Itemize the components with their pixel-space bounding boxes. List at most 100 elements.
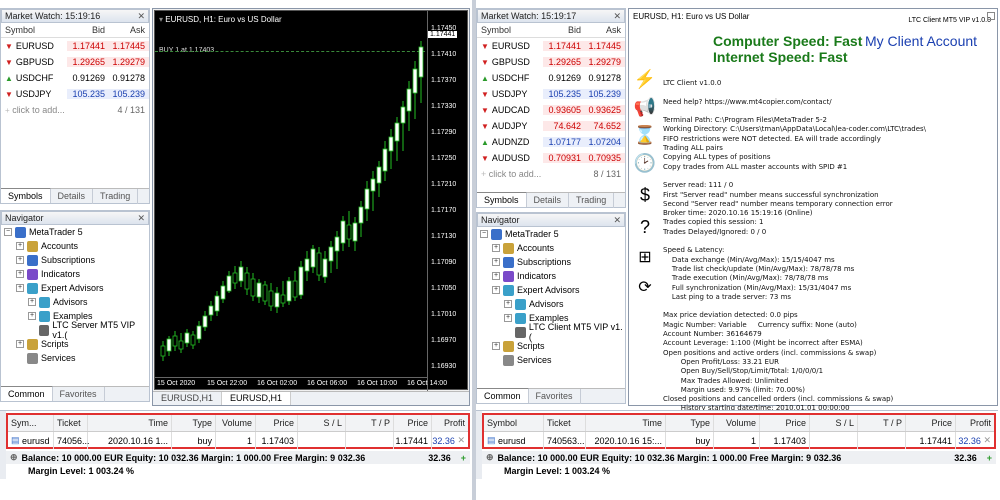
add-icon[interactable]: + — [987, 453, 992, 463]
expand-icon[interactable]: + — [16, 242, 24, 250]
navigator-item[interactable]: Services — [477, 353, 625, 367]
column-ask[interactable]: Ask — [585, 25, 625, 35]
navigator-item[interactable]: + Advisors — [1, 295, 149, 309]
tab-common[interactable]: Common — [1, 386, 53, 401]
column-symbol[interactable]: Symbol — [477, 25, 543, 35]
add-icon[interactable]: + — [461, 453, 466, 463]
column-sl[interactable]: S / L — [298, 415, 346, 431]
expand-icon[interactable]: + — [492, 342, 500, 350]
symbol-row[interactable]: ▲ USDCHF 0.91269 0.91278 — [477, 70, 625, 86]
column-profit[interactable]: Profit — [432, 415, 468, 431]
navigator-item[interactable]: + Subscriptions — [477, 255, 625, 269]
navigator-item[interactable]: + Expert Advisors — [1, 281, 149, 295]
column-price[interactable]: Price — [256, 415, 298, 431]
symbol-row[interactable]: ▼ AUDCAD 0.93605 0.93625 — [477, 102, 625, 118]
column-symbol[interactable]: Symbol — [484, 415, 544, 431]
chart-area[interactable]: ▾ EURUSD, H1: Euro vs US Dollar BUY 1 at… — [154, 10, 468, 391]
column-sl[interactable]: S / L — [810, 415, 858, 431]
tab-trading[interactable]: Trading — [93, 189, 139, 204]
expand-icon[interactable]: + — [504, 314, 512, 322]
close-icon[interactable]: ✕ — [613, 11, 621, 22]
close-icon[interactable]: ✕ — [613, 215, 621, 226]
column-type[interactable]: Type — [666, 415, 714, 431]
add-symbol-label[interactable]: + click to add... — [1, 105, 97, 115]
navigator-item[interactable]: Services — [1, 351, 149, 365]
column-type[interactable]: Type — [172, 415, 216, 431]
add-symbol-row[interactable]: + click to add... 8 / 131 — [477, 166, 625, 182]
column-current-price[interactable]: Price — [394, 415, 432, 431]
expand-icon[interactable]: + — [504, 300, 512, 308]
add-symbol-label[interactable]: + click to add... — [477, 169, 573, 179]
navigator-item[interactable]: + Indicators — [1, 267, 149, 281]
navigator-item[interactable]: + Subscriptions — [1, 253, 149, 267]
column-tp[interactable]: T / P — [346, 415, 394, 431]
collapse-icon[interactable]: − — [480, 230, 488, 238]
tab-symbols[interactable]: Symbols — [1, 188, 51, 203]
symbol-row[interactable]: ▲ USDCHF 0.91269 0.91278 — [1, 70, 149, 86]
column-tp[interactable]: T / P — [858, 415, 906, 431]
expand-icon[interactable]: + — [28, 298, 36, 306]
column-symbol[interactable]: Symbol — [1, 25, 67, 35]
my-client-account-link[interactable]: My Client Account — [865, 33, 977, 49]
symbol-row[interactable]: ▲ AUDNZD 1.07177 1.07204 — [477, 134, 625, 150]
column-time[interactable]: Time — [88, 415, 172, 431]
column-price[interactable]: Price — [760, 415, 810, 431]
symbol-row[interactable]: ▼ USDJPY 105.235 105.239 — [1, 86, 149, 102]
column-ticket[interactable]: Ticket — [54, 415, 88, 431]
symbol-row[interactable]: ▼ USDJPY 105.235 105.239 — [477, 86, 625, 102]
column-volume[interactable]: Volume — [714, 415, 760, 431]
symbol-row[interactable]: ▼ EURUSD 1.17441 1.17445 — [1, 38, 149, 54]
position-tp[interactable] — [858, 432, 906, 449]
symbol-row[interactable]: ▼ AUDJPY 74.642 74.652 — [477, 118, 625, 134]
navigator-item[interactable]: + Accounts — [1, 239, 149, 253]
navigator-item[interactable]: + Indicators — [477, 269, 625, 283]
chart-tab-active[interactable]: EURUSD,H1 — [222, 392, 292, 405]
symbol-row[interactable]: ▼ GBPUSD 1.29265 1.29279 — [1, 54, 149, 70]
position-row[interactable]: ▤ eurusd 74056... 2020.10.16 1... buy 1 … — [8, 432, 468, 449]
symbol-row[interactable]: ▼ AUDUSD 0.70931 0.70935 — [477, 150, 625, 166]
position-sl[interactable] — [810, 432, 858, 449]
tab-details[interactable]: Details — [527, 193, 570, 208]
close-icon[interactable]: ✕ — [137, 213, 145, 224]
tab-symbols[interactable]: Symbols — [477, 192, 527, 207]
close-icon[interactable]: ✕ — [137, 11, 145, 22]
position-tp[interactable] — [346, 432, 394, 449]
expand-icon[interactable]: + — [16, 270, 24, 278]
chart-window[interactable]: EURUSD, H1: Euro vs US Dollar LTC Client… — [628, 8, 998, 440]
tab-trading[interactable]: Trading — [569, 193, 615, 208]
tab-common[interactable]: Common — [477, 388, 529, 403]
expand-icon[interactable]: + — [16, 340, 24, 348]
expand-icon[interactable]: + — [492, 244, 500, 252]
expand-icon[interactable]: + — [492, 286, 500, 294]
close-position-icon[interactable]: ✕ — [983, 435, 991, 446]
position-sl[interactable] — [298, 432, 346, 449]
close-position-icon[interactable]: ✕ — [457, 435, 465, 446]
tab-favorites[interactable]: Favorites — [529, 389, 581, 404]
column-symbol[interactable]: Sym... — [8, 415, 54, 431]
expand-icon[interactable]: + — [28, 312, 36, 320]
navigator-root[interactable]: − MetaTrader 5 — [1, 225, 149, 239]
expand-icon[interactable]: + — [16, 256, 24, 264]
collapse-icon[interactable]: − — [4, 228, 12, 236]
navigator-item[interactable]: + Advisors — [477, 297, 625, 311]
column-bid[interactable]: Bid — [543, 25, 585, 35]
column-volume[interactable]: Volume — [216, 415, 256, 431]
position-row[interactable]: ▤ eurusd 740563... 2020.10.16 15:... buy… — [484, 432, 994, 449]
tab-details[interactable]: Details — [51, 189, 94, 204]
column-current-price[interactable]: Price — [906, 415, 956, 431]
symbol-row[interactable]: ▼ EURUSD 1.17441 1.17445 — [477, 38, 625, 54]
column-ask[interactable]: Ask — [109, 25, 149, 35]
navigator-root[interactable]: − MetaTrader 5 — [477, 227, 625, 241]
column-time[interactable]: Time — [586, 415, 666, 431]
chart-tab[interactable]: EURUSD,H1 — [153, 392, 223, 405]
navigator-item[interactable]: LTC Client MT5 VIP v1.( — [477, 322, 625, 342]
symbol-row[interactable]: ▼ GBPUSD 1.29265 1.29279 — [477, 54, 625, 70]
expand-icon[interactable]: + — [492, 272, 500, 280]
tab-favorites[interactable]: Favorites — [53, 387, 105, 402]
column-ticket[interactable]: Ticket — [544, 415, 586, 431]
navigator-item[interactable]: LTC Server MT5 VIP v1.( — [1, 320, 149, 340]
expand-icon[interactable]: + — [492, 258, 500, 266]
column-profit[interactable]: Profit — [956, 415, 994, 431]
column-bid[interactable]: Bid — [67, 25, 109, 35]
add-symbol-row[interactable]: + click to add... 4 / 131 — [1, 102, 149, 118]
